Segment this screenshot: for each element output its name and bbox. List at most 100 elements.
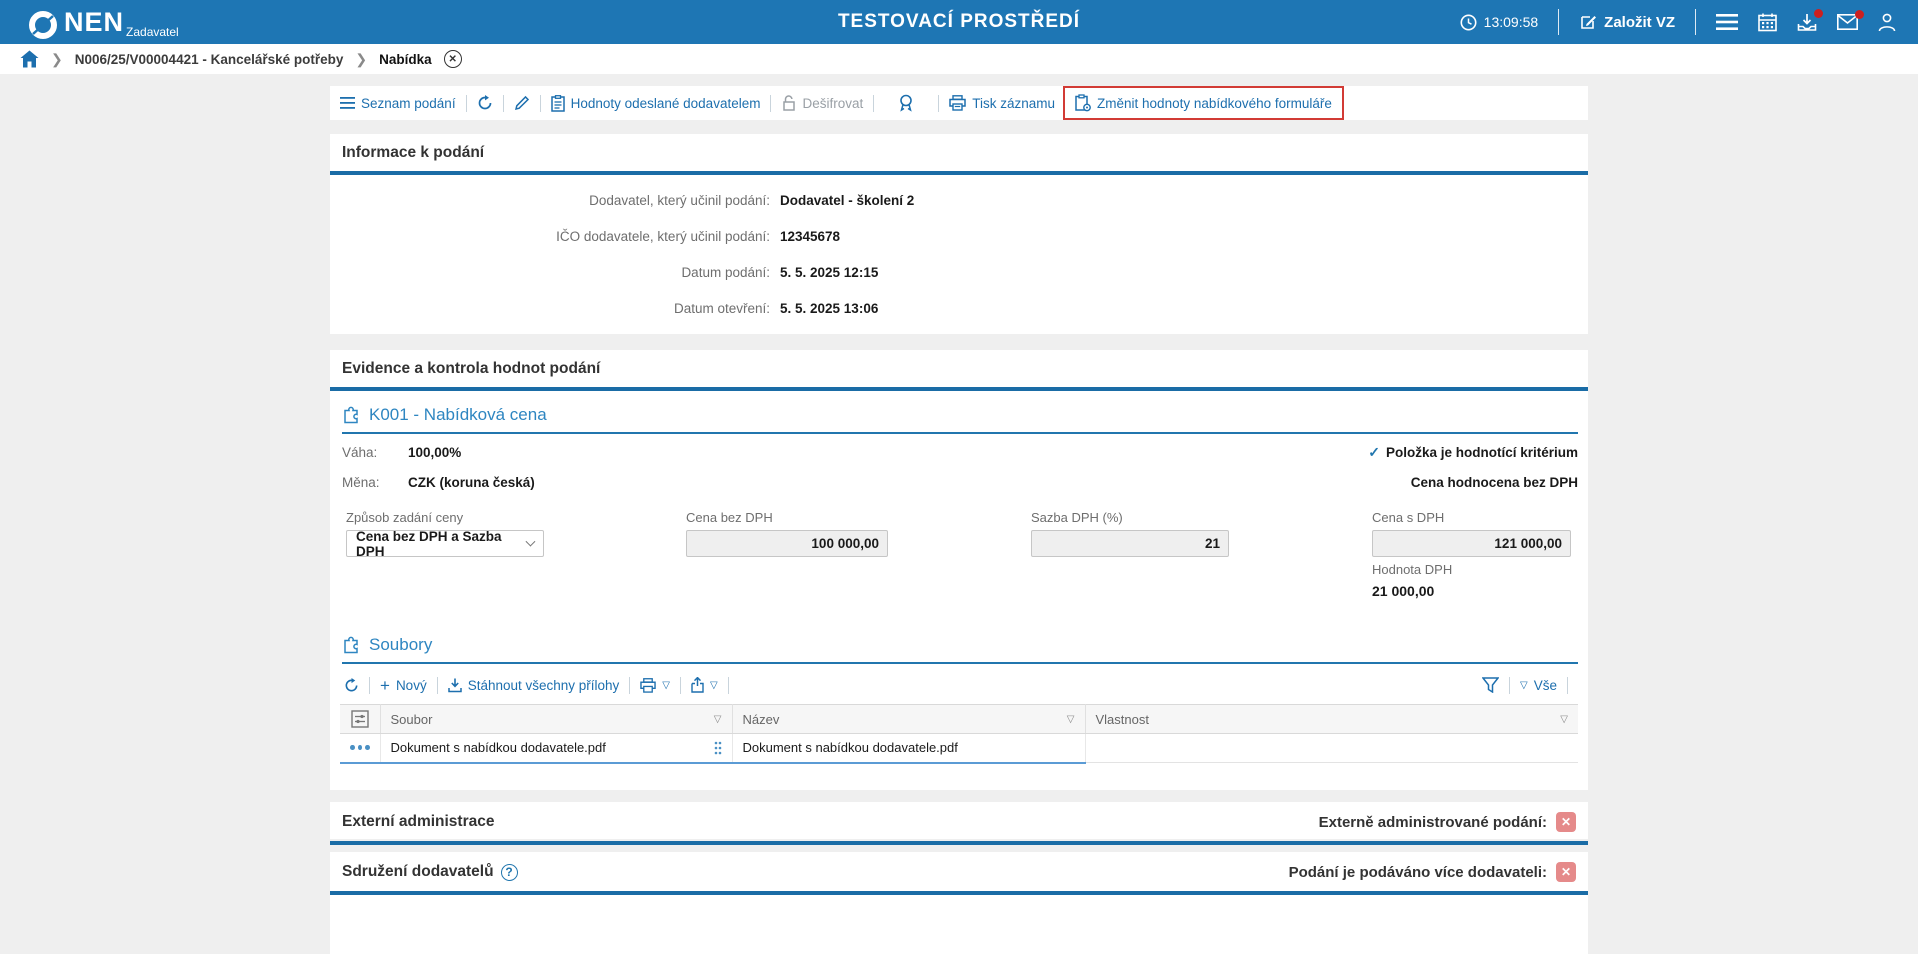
column-filter-icon[interactable]: ▽	[714, 714, 722, 725]
logo-text: NEN	[64, 5, 124, 39]
info-row-dodavatel: Dodavatel, který učinil podání: Dodavate…	[330, 193, 1588, 208]
toolbar-separator	[770, 95, 771, 112]
files-refresh-button[interactable]	[344, 678, 359, 693]
field-label: Datum podání:	[330, 265, 770, 280]
toolbar-separator	[629, 677, 630, 694]
files-print-button[interactable]: ▽	[640, 678, 670, 693]
zpusob-zadani-field: Způsob zadání ceny Cena bez DPH a Sazba …	[346, 510, 544, 557]
hamburger-icon	[1716, 14, 1738, 30]
column-label: Soubor	[391, 712, 433, 727]
clipboard-icon	[551, 95, 565, 112]
calendar-button[interactable]	[1758, 13, 1777, 32]
cena-bez-dph-field: Cena bez DPH	[686, 510, 888, 557]
vice-dodavateli-label: Podání je podáváno více dodavateli:	[1289, 864, 1547, 881]
soubory-title: Soubory	[369, 635, 432, 655]
vse-label: Vše	[1534, 678, 1557, 693]
edit-record-button[interactable]	[514, 95, 530, 111]
filter-vse-button[interactable]: ▽ Vše	[1520, 678, 1557, 693]
pencil-icon	[514, 95, 530, 111]
award-ribbon-icon	[898, 94, 914, 112]
printer-icon	[949, 95, 966, 111]
checkbox-no-icon[interactable]: ✕	[1556, 862, 1576, 882]
column-header-nazev[interactable]: Název ▽	[732, 705, 1085, 734]
mail-badge	[1855, 10, 1864, 19]
clipboard-gear-icon	[1075, 94, 1091, 112]
table-row[interactable]: Dokument s nabídkou dodavatele.pdf Dokum…	[340, 734, 1578, 763]
zpusob-zadani-value: Cena bez DPH a Sazba DPH	[356, 529, 527, 559]
breadcrumb-chevron: ❯	[51, 51, 63, 68]
toolbar-separator	[873, 95, 874, 112]
desifrovat-label: Dešifrovat	[802, 96, 863, 111]
field-label: Datum otevření:	[330, 301, 770, 316]
table-settings-cell[interactable]	[340, 705, 380, 734]
nen-logo[interactable]: NEN Zadavatel	[28, 5, 179, 40]
row-menu-cell[interactable]	[340, 734, 380, 763]
table-settings-icon	[351, 710, 369, 728]
k001-title: K001 - Nabídková cena	[369, 405, 547, 425]
list-icon	[340, 97, 355, 109]
create-vz-button[interactable]: Založit VZ	[1579, 13, 1675, 31]
tisk-zaznamu-button[interactable]: Tisk záznamu	[949, 95, 1055, 111]
seznam-podani-label: Seznam podání	[361, 96, 456, 111]
sazba-dph-field: Sazba DPH (%)	[1031, 510, 1229, 557]
k001-header: K001 - Nabídková cena	[342, 405, 1578, 434]
column-header-soubor[interactable]: Soubor ▽	[380, 705, 732, 734]
help-icon[interactable]: ?	[501, 864, 518, 881]
files-table: Soubor ▽ Název ▽ Vlastnost ▽	[340, 704, 1578, 764]
cell-nazev: Dokument s nabídkou dodavatele.pdf	[732, 734, 1085, 763]
novy-button[interactable]: + Nový	[380, 678, 427, 693]
checkbox-no-icon[interactable]: ✕	[1556, 812, 1576, 832]
seznam-podani-button[interactable]: Seznam podání	[340, 96, 456, 111]
externi-section: Externí administrace Externě administrov…	[330, 802, 1588, 839]
drag-handle-icon[interactable]	[714, 741, 722, 755]
plus-icon: +	[380, 679, 390, 692]
column-filter-icon[interactable]: ▽	[1067, 714, 1075, 725]
clock: 13:09:58	[1460, 14, 1539, 31]
menu-button[interactable]	[1716, 14, 1738, 30]
toolbar-separator	[680, 677, 681, 694]
breadcrumb-item-procurement[interactable]: N006/25/V00004421 - Kancelářské potřeby	[75, 52, 344, 67]
environment-title: TESTOVACÍ PROSTŘEDÍ	[734, 11, 1184, 33]
zpusob-zadani-label: Způsob zadání ceny	[346, 510, 544, 525]
sdruzeni-section-title: Sdružení dodavatelů?	[342, 863, 518, 881]
field-label: Dodavatel, který učinil podání:	[330, 193, 770, 208]
mena-value: CZK (koruna česká)	[408, 475, 535, 490]
stahnout-prilohy-button[interactable]: Stáhnout všechny přílohy	[448, 678, 620, 693]
info-row-ico: IČO dodavatele, který učinil podání: 123…	[330, 229, 1588, 244]
downloads-button[interactable]	[1797, 13, 1817, 32]
close-tab-icon[interactable]: ✕	[444, 50, 462, 68]
hodnoty-odeslane-label: Hodnoty odeslané dodavatelem	[571, 96, 761, 111]
create-vz-label: Založit VZ	[1604, 14, 1675, 31]
logo-subtitle: Zadavatel	[126, 25, 179, 39]
filter-button[interactable]	[1482, 677, 1499, 693]
files-toolbar: + Nový Stáhnout všechny přílohy ▽	[340, 672, 1578, 698]
cena-bez-dph-input[interactable]	[686, 530, 888, 557]
zmenit-hodnoty-button[interactable]: Změnit hodnoty nabídkového formuláře	[1063, 86, 1344, 120]
desifrovat-button: Dešifrovat	[781, 95, 863, 111]
breadcrumb: ❯ N006/25/V00004421 - Kancelářské potřeb…	[0, 44, 1918, 74]
home-icon[interactable]	[20, 50, 39, 68]
column-header-vlastnost[interactable]: Vlastnost ▽	[1085, 705, 1578, 734]
cena-s-dph-input[interactable]	[1372, 530, 1571, 557]
info-section-header: Informace k podání	[330, 134, 1588, 175]
user-button[interactable]	[1878, 13, 1896, 32]
hodnoty-odeslane-button[interactable]: Hodnoty odeslané dodavatelem	[551, 95, 761, 112]
sazba-dph-input[interactable]	[1031, 530, 1229, 557]
zmenit-hodnoty-label: Změnit hodnoty nabídkového formuláře	[1097, 96, 1332, 111]
topbar-divider	[1695, 9, 1696, 35]
clock-icon	[1460, 14, 1477, 31]
externi-section-header: Externí administrace Externě administrov…	[330, 802, 1588, 845]
field-value: 5. 5. 2025 12:15	[780, 265, 878, 280]
chevron-down-icon: ▽	[662, 680, 670, 691]
messages-button[interactable]	[1837, 14, 1858, 30]
column-filter-icon[interactable]: ▽	[1560, 714, 1568, 725]
award-button[interactable]	[898, 94, 914, 112]
field-value: Dodavatel - školení 2	[780, 193, 914, 208]
refresh-button[interactable]	[477, 95, 493, 111]
zpusob-zadani-select[interactable]: Cena bez DPH a Sazba DPH	[346, 530, 544, 557]
files-export-button[interactable]: ▽	[691, 677, 718, 693]
hodnota-dph-field: Hodnota DPH 21 000,00	[1372, 562, 1452, 599]
chevron-down-icon: ▽	[710, 680, 718, 691]
toolbar-separator	[1567, 677, 1568, 694]
row-menu-icon[interactable]	[350, 745, 370, 750]
